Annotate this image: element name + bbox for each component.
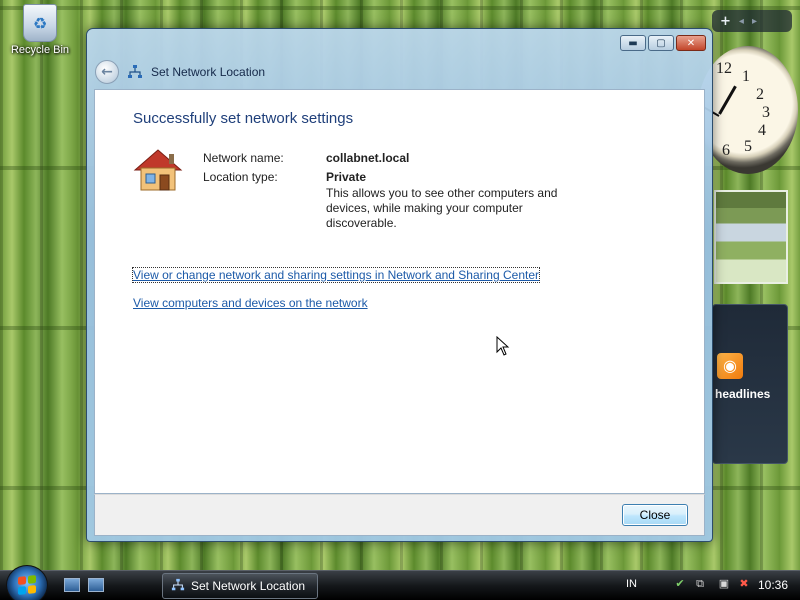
recycle-bin-desktop-icon[interactable]: Recycle Bin [4, 4, 76, 56]
display-tray-icon[interactable]: ▣ [717, 577, 731, 591]
network-sharing-center-link[interactable]: View or change network and sharing setti… [131, 267, 541, 283]
network-icon [171, 578, 185, 595]
next-gadget-button[interactable]: ▸ [752, 16, 757, 27]
volume-muted-icon[interactable]: ✖ [737, 577, 751, 591]
dialog-footer: Close [94, 494, 705, 536]
clock-number: 4 [758, 122, 766, 139]
start-button[interactable] [6, 565, 48, 600]
dialog-content: Successfully set network settings Networ… [94, 89, 705, 494]
network-name-label: Network name: [203, 150, 284, 165]
add-gadget-button[interactable]: + [720, 14, 731, 29]
window-titlebar: ← Set Network Location [95, 59, 265, 85]
close-window-button[interactable]: ✕ [676, 35, 706, 51]
location-type-value: Private [326, 169, 367, 184]
rss-icon: ◉ [717, 353, 743, 379]
show-desktop-icon[interactable] [64, 578, 80, 592]
set-network-location-window: ▬ ▢ ✕ ← Set Network Location Successfull… [86, 28, 713, 542]
caption-buttons: ▬ ▢ ✕ [620, 35, 706, 51]
home-network-icon [133, 148, 183, 192]
window-title: Set Network Location [151, 65, 266, 79]
mouse-cursor-icon [496, 335, 510, 356]
network-name-row: Network name: collabnet.local [203, 148, 409, 167]
maximize-button[interactable]: ▢ [648, 35, 674, 51]
clock-number: 2 [756, 86, 764, 103]
view-computers-link[interactable]: View computers and devices on the networ… [133, 296, 368, 310]
back-arrow-icon: ← [101, 64, 113, 80]
clock-number: 12 [716, 60, 732, 77]
clock-gadget[interactable]: 12 1 2 3 4 5 6 [698, 46, 798, 174]
clock-hour-hand [718, 85, 737, 115]
taskbar-button-set-network-location[interactable]: Set Network Location [162, 573, 318, 599]
slideshow-gadget[interactable] [714, 190, 788, 284]
windows-logo-icon [18, 575, 36, 595]
prev-gadget-button[interactable]: ◂ [739, 16, 744, 27]
taskbar-button-label: Set Network Location [191, 579, 306, 593]
switch-windows-icon[interactable] [88, 578, 104, 592]
taskbar-clock[interactable]: 10:36 [758, 578, 788, 592]
recycle-bin-icon [23, 4, 57, 42]
clock-number: 6 [722, 142, 730, 159]
language-indicator[interactable]: IN [626, 578, 637, 590]
security-shield-icon[interactable]: ✔ [673, 577, 687, 591]
feed-headlines-gadget[interactable]: ◉ headlines [712, 304, 788, 464]
network-tray-icon[interactable]: ⧉ [693, 577, 707, 591]
location-type-label: Location type: [203, 169, 278, 184]
minimize-button[interactable]: ▬ [620, 35, 646, 51]
back-button[interactable]: ← [95, 60, 119, 84]
recycle-bin-label: Recycle Bin [10, 44, 70, 56]
taskbar: Set Network Location IN ✔ ⧉ ▣ ✖ 10:36 [0, 565, 800, 600]
page-heading: Successfully set network settings [133, 110, 354, 127]
sidebar-controls: + ◂ ▸ [712, 10, 792, 32]
clock-number: 5 [744, 138, 752, 155]
feed-headlines-title: headlines [715, 387, 771, 401]
network-details: Network name: collabnet.local Location t… [203, 148, 409, 186]
system-tray: IN ✔ ⧉ ▣ ✖ [626, 577, 751, 591]
network-icon [127, 64, 143, 80]
network-name-value: collabnet.local [326, 150, 410, 165]
clock-number: 1 [742, 68, 750, 85]
clock-number: 3 [762, 104, 770, 121]
location-description: This allows you to see other computers a… [326, 186, 558, 230]
location-type-row: Location type: Private [203, 167, 409, 186]
close-button[interactable]: Close [622, 504, 688, 526]
